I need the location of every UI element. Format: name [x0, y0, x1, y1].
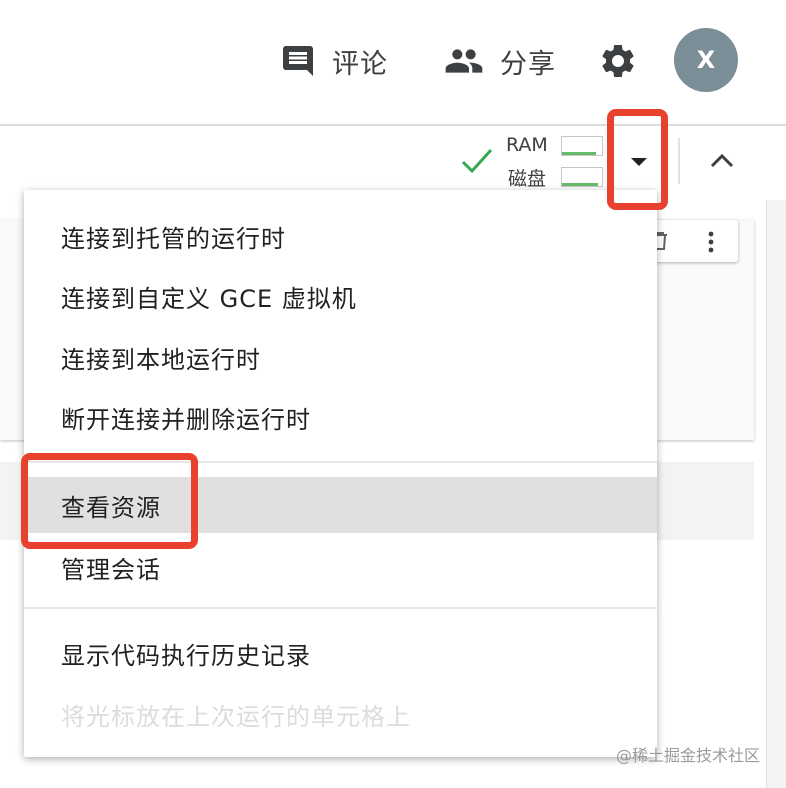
share-button[interactable]: 分享 — [444, 38, 556, 84]
disk-label: 磁盘 — [508, 168, 547, 190]
menu-item-show-history[interactable]: 显示代码执行历史记录 — [24, 625, 657, 681]
menu-item-manage-sessions[interactable]: 管理会话 — [24, 539, 657, 595]
runtime-dropdown-button[interactable] — [621, 146, 657, 178]
comment-button[interactable]: 评论 — [280, 38, 388, 84]
people-icon — [445, 49, 483, 73]
menu-item-focus-last-cell: 将光标放在上次运行的单元格上 — [61, 702, 411, 731]
check-icon — [461, 148, 493, 174]
gear-icon[interactable] — [598, 41, 638, 81]
scrollbar[interactable] — [766, 200, 786, 788]
top-header: 评论 分享 X — [0, 0, 786, 124]
menu-item-view-resources[interactable]: 查看资源 — [24, 477, 657, 533]
menu-item-connect-gce[interactable]: 连接到自定义 GCE 虚拟机 — [24, 268, 657, 324]
menu-divider — [24, 461, 657, 463]
menu-item-connect-hosted[interactable]: 连接到托管的运行时 — [24, 208, 657, 264]
watermark: @稀土掘金技术社区 — [616, 746, 761, 765]
share-label: 分享 — [500, 48, 556, 80]
disk-usage-bar — [561, 167, 603, 187]
ram-usage-bar — [561, 136, 603, 156]
chevron-up-icon[interactable] — [704, 146, 740, 176]
comment-icon — [283, 46, 313, 76]
more-vert-icon[interactable] — [702, 230, 720, 254]
avatar[interactable]: X — [674, 28, 738, 92]
toolbar-divider — [678, 138, 680, 184]
menu-item-connect-local[interactable]: 连接到本地运行时 — [24, 329, 657, 385]
menu-item-disconnect-delete[interactable]: 断开连接并删除运行时 — [24, 389, 657, 445]
runtime-menu: 连接到托管的运行时 连接到自定义 GCE 虚拟机 连接到本地运行时 断开连接并删… — [24, 190, 657, 757]
comment-label: 评论 — [332, 48, 388, 80]
header-divider — [0, 124, 786, 126]
ram-label: RAM — [506, 134, 548, 156]
menu-divider — [24, 607, 657, 609]
